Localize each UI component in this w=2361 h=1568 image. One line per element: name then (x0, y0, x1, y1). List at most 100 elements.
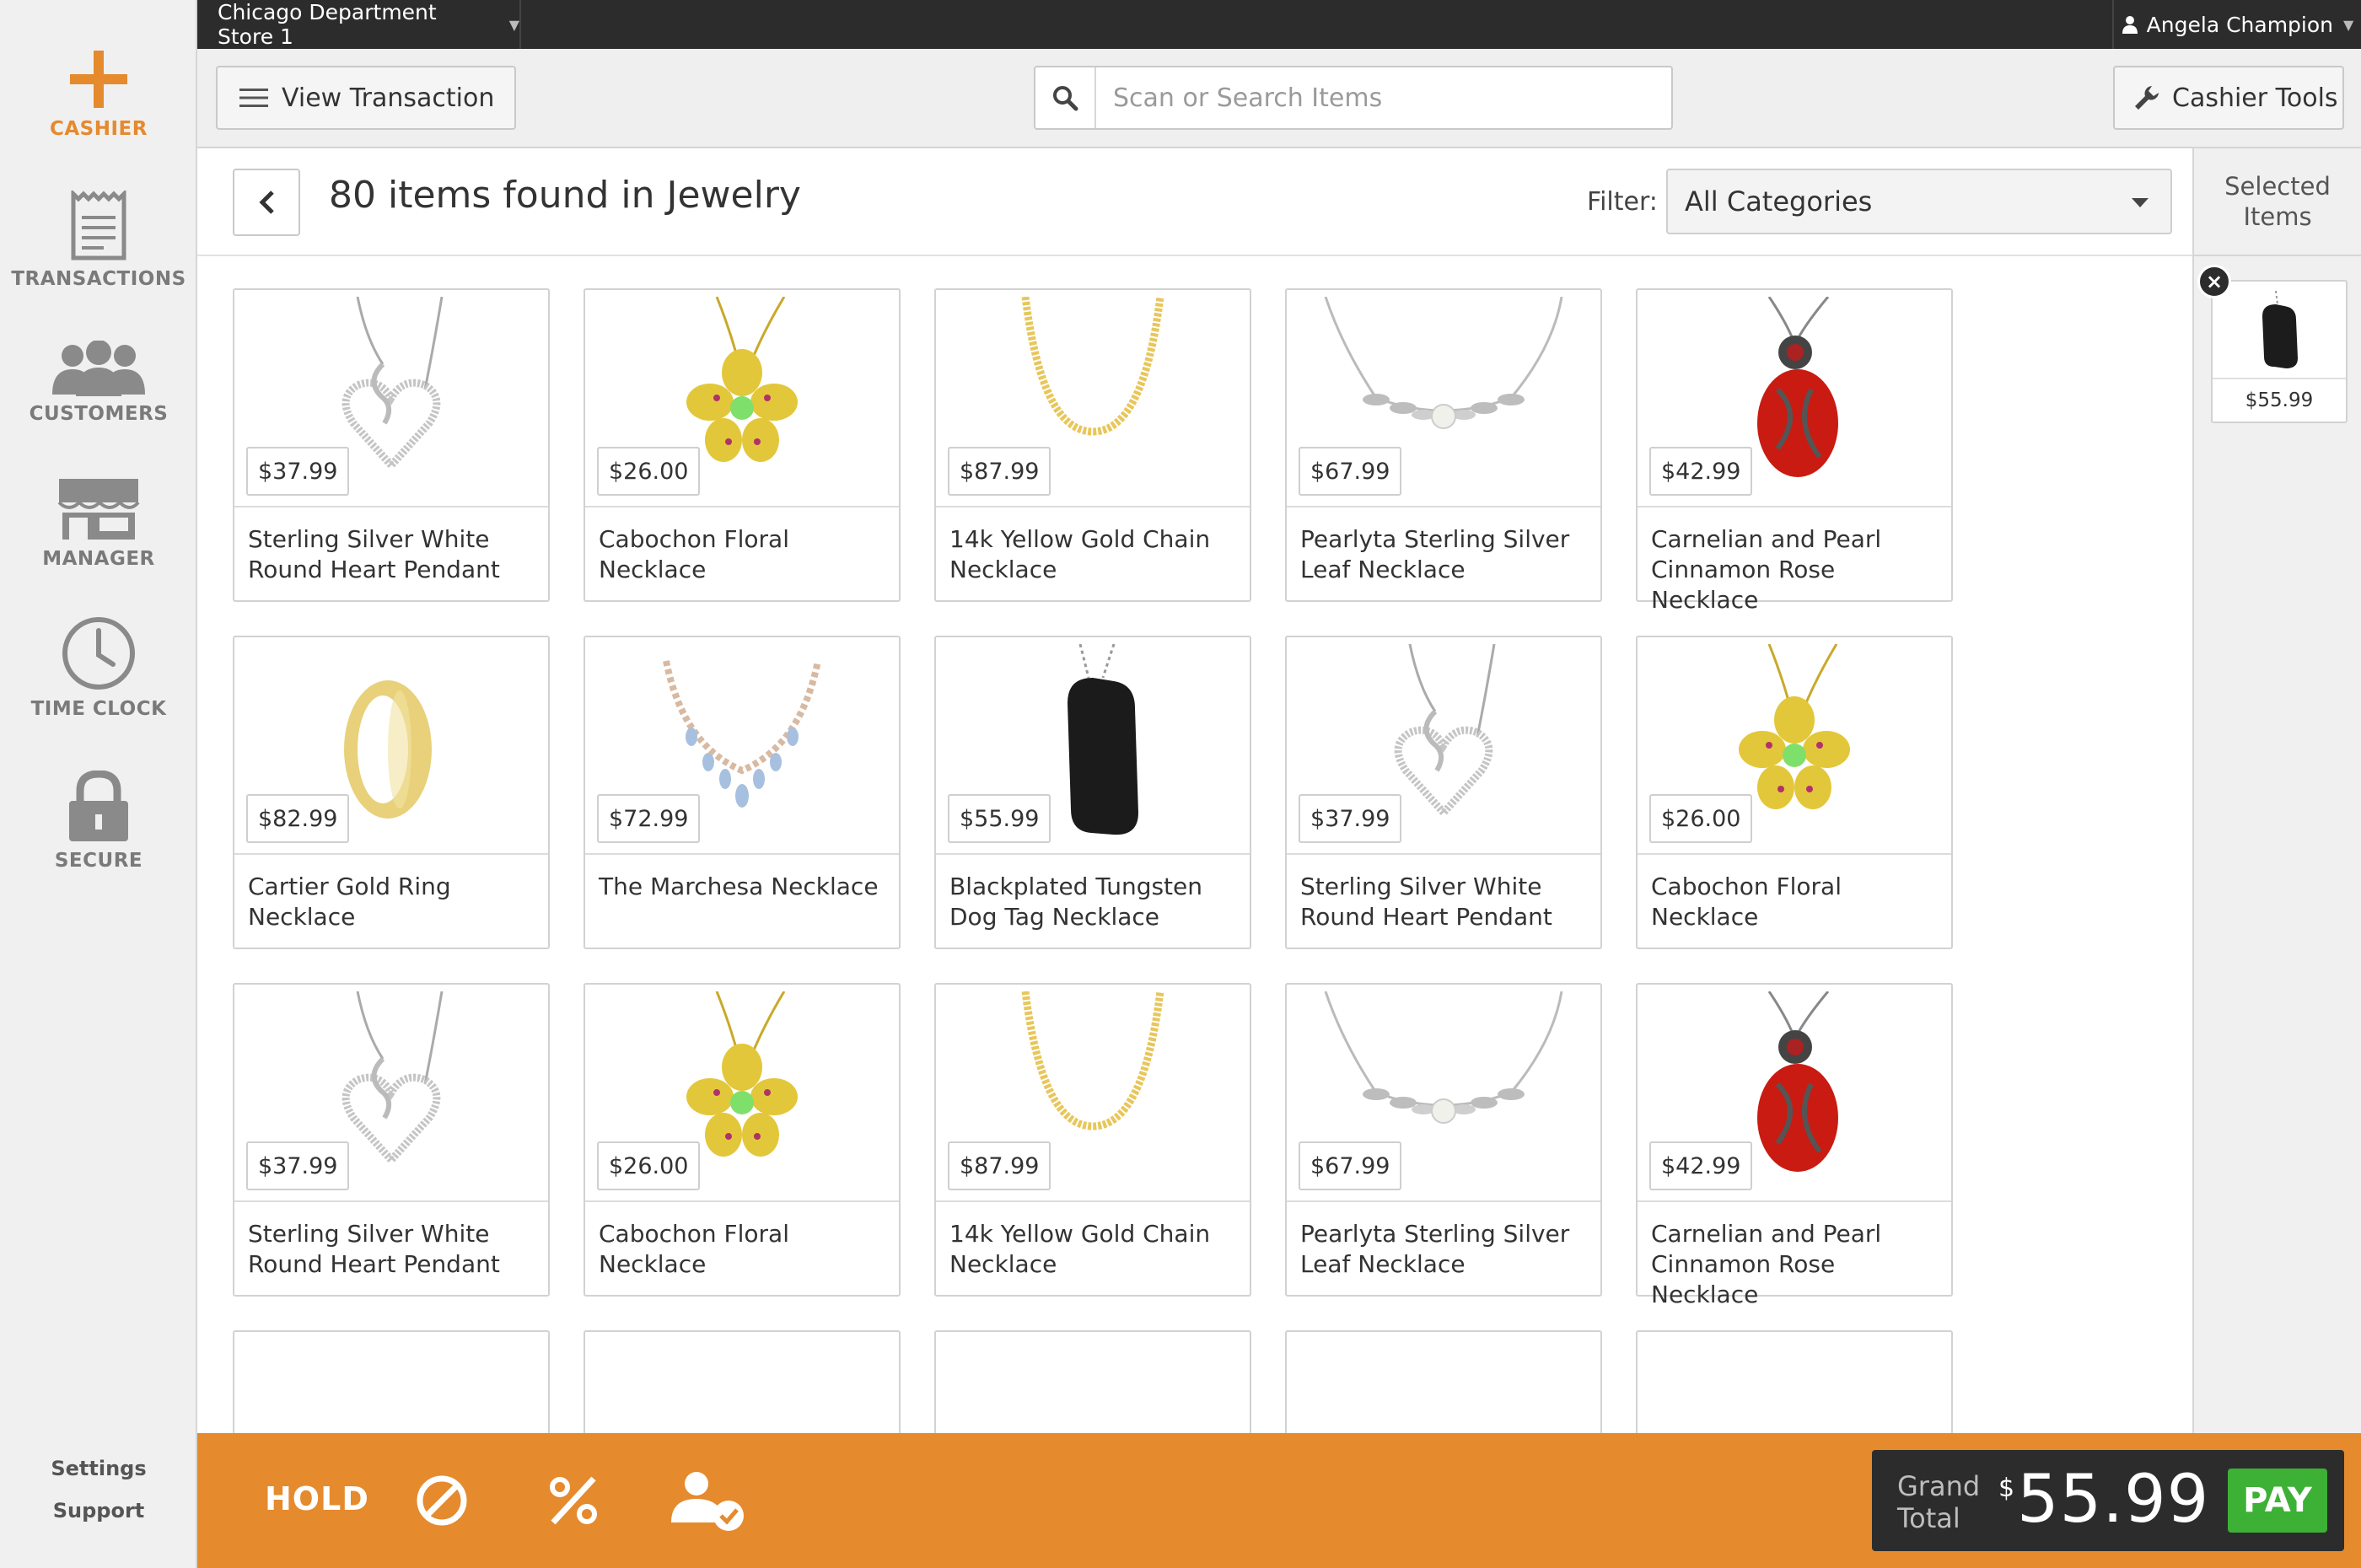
nav-manager[interactable]: MANAGER (0, 477, 197, 570)
product-card[interactable]: $26.00 Cabochon Floral Necklace (584, 983, 901, 1297)
product-card[interactable]: $26.00 Cabochon Floral Necklace (584, 288, 901, 602)
currency-symbol: $ (1998, 1474, 2015, 1503)
product-card[interactable]: $37.99 Sterling Silver White Round Heart … (1285, 636, 1602, 949)
product-name: 14k Yellow Gold Chain Necklace (949, 525, 1211, 583)
support-link[interactable]: Support (0, 1499, 197, 1522)
view-transaction-label: View Transaction (282, 83, 495, 113)
view-transaction-button[interactable]: View Transaction (216, 66, 516, 130)
cashier-tools-label: Cashier Tools (2172, 83, 2338, 113)
nav-customers-label: CUSTOMERS (29, 403, 169, 425)
user-icon (2122, 16, 2138, 34)
product-price: $42.99 (1649, 1141, 1753, 1190)
pay-button[interactable]: PAY (2228, 1469, 2327, 1533)
chevron-down-icon: ▼ (2343, 16, 2354, 33)
customer-check-icon[interactable] (670, 1470, 750, 1533)
product-card[interactable]: $42.99 Carnelian and Pearl Cinnamon Rose … (1636, 983, 1953, 1308)
action-bar: HOLD Grand Total $ 55.99 PAY (197, 1433, 2361, 1568)
product-card[interactable]: $26.00 Cabochon Floral Necklace (1636, 636, 1953, 949)
product-card[interactable]: $87.99 14k Yellow Gold Chain Necklace (934, 288, 1251, 602)
product-card[interactable]: $72.99 The Marchesa Necklace (584, 636, 901, 949)
remove-item-close-icon[interactable]: × (2197, 265, 2231, 298)
product-name: Cabochon Floral Necklace (1651, 873, 1842, 931)
nav-customers[interactable]: CUSTOMERS (0, 341, 197, 425)
nav-time-clock[interactable]: TIME CLOCK (0, 615, 197, 720)
grand-total-panel: Grand Total $ 55.99 PAY (1872, 1450, 2344, 1551)
product-price: $67.99 (1299, 1141, 1402, 1190)
product-name: Cabochon Floral Necklace (599, 1220, 789, 1278)
clock-icon (62, 617, 135, 690)
selected-items-title: Selected Items (2194, 148, 2361, 256)
product-card[interactable]: $42.99 Carnelian and Pearl Cinnamon Rose … (1636, 288, 1953, 614)
storefront-icon (57, 479, 140, 540)
product-name: 14k Yellow Gold Chain Necklace (949, 1220, 1211, 1278)
product-name: Sterling Silver White Round Heart Pendan… (248, 525, 500, 583)
chevron-down-icon: ▼ (508, 16, 519, 33)
users-icon (52, 341, 145, 396)
product-price: $87.99 (948, 1141, 1051, 1190)
user-menu[interactable]: Angela Champion ▼ (2112, 0, 2361, 49)
nav-secure[interactable]: SECURE (0, 771, 197, 872)
product-price: $82.99 (246, 794, 350, 843)
product-price: $42.99 (1649, 447, 1753, 496)
nav-transactions-label: TRANSACTIONS (11, 268, 186, 290)
nav-manager-label: MANAGER (42, 548, 155, 570)
lock-icon (69, 771, 128, 841)
product-price: $26.00 (1649, 794, 1753, 843)
product-price: $37.99 (1299, 794, 1402, 843)
product-card[interactable]: $37.99 Sterling Silver White Round Heart … (233, 288, 550, 602)
void-icon[interactable] (415, 1474, 469, 1528)
search-icon[interactable] (1035, 67, 1096, 128)
cashier-tools-button[interactable]: Cashier Tools (2113, 66, 2344, 130)
top-bar: Chicago Department Store 1 ▼ Angela Cham… (197, 0, 2361, 49)
product-card[interactable]: $67.99 Pearlyta Sterling Silver Leaf Neck… (1285, 983, 1602, 1297)
nav-cashier[interactable]: CASHIER (0, 47, 197, 140)
product-price: $55.99 (948, 794, 1051, 843)
settings-link[interactable]: Settings (0, 1457, 197, 1480)
product-name: Carnelian and Pearl Cinnamon Rose Neckla… (1651, 1220, 1882, 1308)
sidebar-nav: CASHIER TRANSACTIONS CUSTOMERS MANAGER T… (0, 0, 197, 1568)
nav-time-clock-label: TIME CLOCK (30, 698, 167, 720)
product-card-placeholder (1285, 1330, 1602, 1433)
filter-label: Filter: (1587, 187, 1658, 217)
category-filter-select[interactable]: All Categories (1666, 169, 2172, 234)
product-card-placeholder (233, 1330, 550, 1433)
hold-button[interactable]: HOLD (265, 1480, 369, 1517)
product-name: Blackplated Tungsten Dog Tag Necklace (949, 873, 1203, 931)
selected-items-panel: Selected Items $55.99 (2192, 148, 2361, 1433)
results-title: 80 items found in Jewelry (329, 174, 801, 217)
product-card[interactable]: $37.99 Sterling Silver White Round Heart … (233, 983, 550, 1297)
menu-icon (239, 89, 268, 107)
store-selector[interactable]: Chicago Department Store 1 ▼ (197, 0, 521, 49)
product-name: Cartier Gold Ring Necklace (248, 873, 451, 931)
user-name: Angela Champion (2146, 12, 2334, 37)
product-price: $87.99 (948, 447, 1051, 496)
product-card-placeholder (1636, 1330, 1953, 1433)
product-card[interactable]: $82.99 Cartier Gold Ring Necklace (233, 636, 550, 949)
product-card[interactable]: $55.99 Blackplated Tungsten Dog Tag Neckl… (934, 636, 1251, 949)
results-header: 80 items found in Jewelry Filter: All Ca… (197, 148, 2192, 256)
nav-cashier-label: CASHIER (50, 118, 148, 140)
selected-item-price: $55.99 (2245, 389, 2314, 411)
product-name: The Marchesa Necklace (599, 873, 879, 900)
product-name: Carnelian and Pearl Cinnamon Rose Neckla… (1651, 525, 1882, 614)
chevron-down-icon (2132, 198, 2149, 207)
product-price: $37.99 (246, 1141, 350, 1190)
product-card[interactable]: $87.99 14k Yellow Gold Chain Necklace (934, 983, 1251, 1297)
nav-transactions[interactable]: TRANSACTIONS (0, 191, 197, 290)
store-name: Chicago Department Store 1 (218, 0, 437, 49)
selected-item-image (2213, 282, 2346, 379)
product-price: $26.00 (597, 1141, 701, 1190)
product-name: Sterling Silver White Round Heart Pendan… (1300, 873, 1552, 931)
search-input[interactable] (1096, 83, 1653, 113)
chevron-left-icon (259, 191, 274, 214)
back-button[interactable] (233, 169, 300, 236)
wrench-icon (2135, 86, 2159, 110)
product-card[interactable]: $67.99 Pearlyta Sterling Silver Leaf Neck… (1285, 288, 1602, 602)
product-card-placeholder (934, 1330, 1251, 1433)
discount-percent-icon[interactable] (546, 1474, 600, 1528)
product-name: Pearlyta Sterling Silver Leaf Necklace (1300, 525, 1570, 583)
product-card-placeholder (584, 1330, 901, 1433)
filter-value: All Categories (1685, 185, 1873, 217)
toolbar: View Transaction Cashier Tools (197, 49, 2361, 148)
selected-item[interactable]: $55.99 (2211, 280, 2348, 423)
